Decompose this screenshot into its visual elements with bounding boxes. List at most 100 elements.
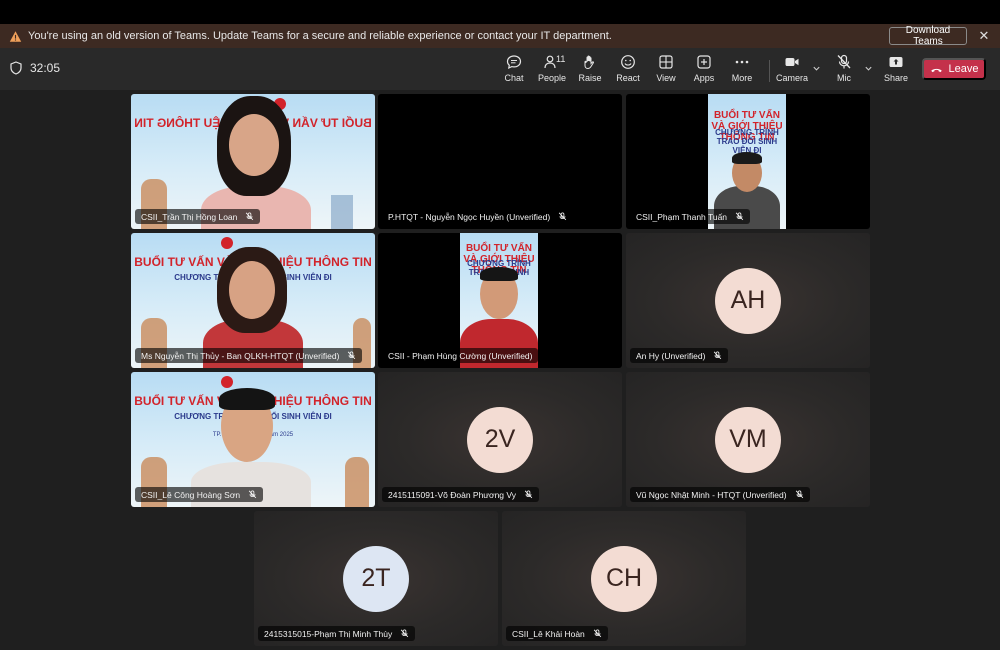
raise-hand-button[interactable]: Raise — [570, 54, 610, 88]
mic-button[interactable]: Mic — [824, 54, 864, 88]
smiley-icon — [621, 55, 635, 69]
apps-button[interactable]: Apps — [684, 54, 724, 88]
camera-label: Camera — [775, 73, 808, 83]
mic-muted-icon — [714, 351, 722, 360]
camera-options-chevron-icon[interactable] — [812, 64, 822, 74]
mic-muted-icon — [401, 629, 409, 638]
participant-avatar: CH — [591, 545, 657, 612]
window-top-strip — [0, 0, 1000, 24]
participant-tile[interactable]: VM Vũ Ngọc Nhật Minh - HTQT (Unverified) — [626, 372, 870, 507]
share-button[interactable]: Share — [876, 54, 916, 88]
participant-tile[interactable]: 2T 2415315015-Phạm Thị Minh Thùy — [254, 511, 498, 646]
share-tray-icon — [889, 57, 903, 67]
participant-tile[interactable]: CH CSII_Lê Khải Hoàn — [502, 511, 746, 646]
participant-avatar: VM — [715, 406, 781, 473]
leave-button[interactable]: Leave — [922, 58, 986, 80]
participant-tile[interactable]: BUỔI TƯ VẤN VÀ GIỚI THIỆU THÔNG TIN CHƯƠ… — [131, 372, 375, 507]
slide-subtitle: CHƯƠNG TRÌNH TRAO ĐỔI SINH VIÊN ĐI — [715, 128, 779, 155]
mic-muted-icon — [248, 490, 257, 499]
participant-name-bar: CSII_Trần Thị Hồng Loan — [135, 209, 261, 224]
toolbar-divider — [769, 60, 770, 82]
participant-name: CSII_Lê Khải Hoàn — [512, 628, 585, 639]
participant-name: CSII_Lê Công Hoàng Sơn — [141, 489, 241, 500]
raise-label: Raise — [578, 73, 602, 83]
participant-name: Vũ Ngọc Nhật Minh - HTQT (Unverified) — [636, 489, 787, 500]
participant-name-bar: Ms Nguyễn Thị Thủy - Ban QLKH-HTQT (Unve… — [135, 348, 363, 363]
video-grid: BUỔI TƯ VẤN VÀ GIỚI THIỆU THÔNG TIN CSII… — [0, 90, 1000, 650]
participant-name-bar: 2415315015-Phạm Thị Minh Thùy — [258, 626, 416, 641]
slide-building-decoration — [331, 195, 353, 229]
warning-icon — [8, 29, 22, 43]
mic-muted-icon — [246, 212, 254, 221]
participant-name-bar: Vũ Ngọc Nhật Minh - HTQT (Unverified) — [630, 487, 810, 502]
participant-avatar: 2T — [343, 545, 409, 612]
participant-name: CSII_Trần Thị Hồng Loan — [141, 211, 238, 222]
apps-plus-icon — [697, 55, 711, 69]
participant-name: 2415115091-Võ Đoàn Phương Vy — [388, 489, 516, 500]
participant-name: CSII_Phạm Thanh Tuấn — [636, 211, 728, 222]
people-label: People — [537, 73, 567, 83]
participant-avatar: 2V — [467, 406, 533, 473]
react-button[interactable]: React — [608, 54, 648, 88]
mic-muted-icon — [559, 212, 567, 221]
view-button[interactable]: View — [646, 54, 686, 88]
participant-name-bar: 2415115091-Võ Đoàn Phương Vy — [382, 487, 539, 502]
participant-tile[interactable]: BUỔI TƯ VẤN VÀ GIỚI THIỆU THÔNG TIN CHƯƠ… — [378, 233, 622, 368]
apps-label: Apps — [693, 73, 715, 83]
participant-name: Ms Nguyễn Thị Thủy - Ban QLKH-HTQT (Unve… — [141, 350, 340, 361]
banner-message: You're using an old version of Teams. Up… — [28, 30, 612, 42]
mic-muted-icon — [735, 212, 744, 221]
share-label: Share — [883, 73, 909, 83]
update-banner: You're using an old version of Teams. Up… — [0, 24, 1000, 48]
chat-icon — [506, 55, 522, 70]
participant-name-bar: CSII_Phạm Thanh Tuấn — [630, 209, 751, 224]
participant-name-bar: CSII_Lê Công Hoàng Sơn — [135, 487, 264, 502]
view-label: View — [656, 73, 676, 83]
meeting-timer: 32:05 — [10, 61, 60, 75]
mic-label: Mic — [837, 73, 851, 83]
mic-muted-icon — [837, 54, 851, 69]
hand-icon — [584, 55, 594, 70]
participant-tile[interactable]: BUỔI TƯ VẤN VÀ GIỚI THIỆU THÔNG TIN CSII… — [131, 94, 375, 229]
participant-tile[interactable]: P.HTQT - Nguyễn Ngọc Huyền (Unverified) — [378, 94, 622, 229]
mic-options-chevron-icon[interactable] — [864, 64, 874, 74]
more-button[interactable]: More — [722, 54, 762, 88]
download-teams-button[interactable]: Download Teams — [889, 25, 967, 47]
people-count: 11 — [556, 54, 566, 64]
university-logo-icon — [221, 237, 233, 249]
mic-muted-icon — [524, 490, 533, 499]
university-logo-icon — [221, 376, 233, 388]
grid-view-icon — [659, 55, 673, 69]
mic-muted-icon — [593, 629, 601, 638]
mic-muted-icon — [348, 351, 356, 360]
participant-name: An Hy (Unverified) — [636, 350, 706, 361]
participant-name-bar: P.HTQT - Nguyễn Ngọc Huyền (Unverified) — [382, 209, 574, 224]
camera-button[interactable]: Camera — [772, 54, 812, 88]
people-button[interactable]: 11 People — [532, 54, 572, 88]
participant-name-bar: CSII - Phạm Hùng Cường (Unverified) — [382, 348, 539, 363]
more-dots-icon — [735, 60, 749, 64]
participant-avatar: AH — [715, 267, 781, 334]
participant-tile[interactable]: BUỔI TƯ VẤN VÀ GIỚI THIỆU THÔNG TIN CHƯƠ… — [626, 94, 870, 229]
slide-building-decoration — [345, 457, 369, 507]
participant-name: CSII - Phạm Hùng Cường (Unverified) — [388, 350, 533, 361]
participant-tile[interactable]: 2V 2415115091-Võ Đoàn Phương Vy — [378, 372, 622, 507]
mic-muted-icon — [795, 490, 803, 499]
participant-name: 2415315015-Phạm Thị Minh Thùy — [264, 628, 393, 639]
participant-tile[interactable]: BUỔI TƯ VẤN VÀ GIỚI THIỆU THÔNG TIN CHƯƠ… — [131, 233, 375, 368]
participant-name-bar: An Hy (Unverified) — [630, 348, 729, 363]
participant-name-bar: CSII_Lê Khải Hoàn — [506, 626, 608, 641]
shield-icon — [10, 61, 22, 75]
react-label: React — [616, 73, 640, 83]
leave-label: Leave — [948, 63, 979, 75]
timer-text: 32:05 — [30, 61, 61, 75]
meeting-toolbar: 32:05 Chat 11 People Raise React View Ap… — [0, 48, 1000, 90]
more-label: More — [731, 73, 753, 83]
chat-label: Chat — [504, 73, 524, 83]
camera-icon — [785, 58, 799, 66]
chat-button[interactable]: Chat — [494, 54, 534, 88]
participant-tile[interactable]: AH An Hy (Unverified) — [626, 233, 870, 368]
close-icon[interactable]: ✕ — [976, 28, 992, 44]
phone-hangup-icon — [930, 68, 942, 72]
participant-name: P.HTQT - Nguyễn Ngọc Huyền (Unverified) — [388, 211, 551, 222]
